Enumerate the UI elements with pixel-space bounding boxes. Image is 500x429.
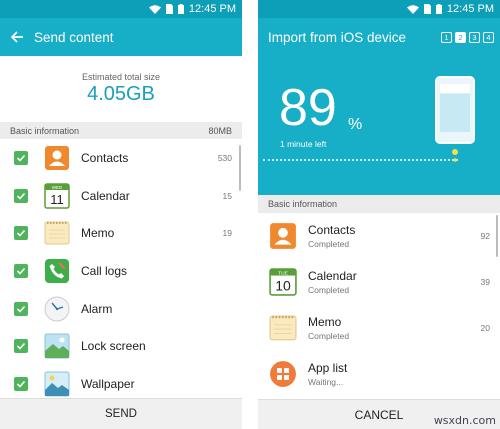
wallpaper-icon [44, 371, 70, 397]
time-remaining: 1 minute left [280, 139, 327, 149]
wifi-icon [148, 4, 161, 14]
checkbox-checked[interactable] [14, 263, 28, 278]
content-list: Contacts 530 WED 11 Calendar 15 Memo 19 [0, 139, 242, 403]
watermark: wsxdn.com [433, 414, 496, 427]
memo-icon [44, 221, 70, 245]
item-count: 39 [480, 277, 490, 287]
list-item-contacts[interactable]: Contacts 530 [0, 139, 242, 177]
memo-icon [269, 315, 297, 341]
estimated-size-panel: Estimated total size 4.05GB [0, 56, 242, 122]
checkbox-checked[interactable] [14, 188, 28, 203]
item-title: Contacts [308, 223, 356, 237]
checkbox-checked[interactable] [14, 376, 28, 391]
battery-icon [435, 4, 442, 14]
estimated-size-value: 4.05GB [87, 83, 155, 105]
contacts-icon [270, 223, 296, 249]
progress-panel: 89 % 1 minute left [258, 56, 500, 195]
item-label: Memo [81, 226, 115, 241]
item-label: Alarm [81, 301, 113, 316]
checkbox-checked[interactable] [14, 226, 28, 241]
item-status: Completed [308, 239, 350, 249]
section-header: Basic information 80MB [0, 122, 242, 139]
status-bar: 12:45 PM [0, 0, 242, 18]
list-item-lock-screen[interactable]: Lock screen [0, 327, 242, 365]
calendar-icon: TUE 10 [269, 268, 297, 296]
item-status: Completed [308, 285, 350, 295]
scrollbar[interactable] [239, 145, 241, 191]
page-title: Send content [34, 29, 114, 45]
list-item-memo[interactable]: Memo 19 [0, 214, 242, 252]
contacts-icon [45, 145, 69, 170]
list-item-calendar[interactable]: WED 11 Calendar 15 [0, 177, 242, 215]
item-title: Memo [308, 315, 342, 329]
item-count: 530 [217, 152, 232, 163]
item-label: Contacts [81, 150, 129, 165]
app-bar: Send content [0, 18, 242, 56]
step-3: 3 [469, 31, 480, 43]
percent-sign: % [348, 116, 363, 133]
status-time: 12:45 PM [446, 3, 494, 15]
item-label: Wallpaper [81, 376, 135, 391]
item-title: App list [308, 361, 348, 375]
app-bar: Import from iOS device 1 2 3 4 [258, 18, 500, 56]
list-item-contacts[interactable]: Contacts Completed 92 [258, 213, 500, 259]
send-button[interactable]: SEND [0, 398, 242, 429]
send-content-screen: 12:45 PM Send content Estimated total si… [0, 0, 242, 429]
battery-icon [177, 4, 184, 14]
calendar-month: TUE [278, 270, 288, 276]
import-ios-screen: 12:45 PM Import from iOS device 1 2 3 4 … [258, 0, 500, 429]
item-label: Calendar [81, 188, 130, 203]
list-item-memo[interactable]: Memo Completed 20 [258, 305, 500, 351]
checkbox-checked[interactable] [14, 301, 28, 316]
item-count: 15 [222, 190, 232, 201]
list-item-call-logs[interactable]: Call logs [0, 252, 242, 290]
item-count: 19 [222, 228, 232, 239]
back-arrow-icon[interactable] [10, 30, 24, 44]
progress-fill [440, 84, 470, 94]
page-title: Import from iOS device [268, 29, 407, 45]
wifi-icon [406, 4, 419, 14]
calendar-day: 10 [275, 278, 291, 294]
item-status: Waiting... [308, 377, 344, 387]
step-2-current: 2 [455, 31, 466, 43]
progress-percent: 89 [279, 79, 337, 137]
calendar-icon: WED 11 [44, 182, 70, 209]
phone-progress-icon [435, 76, 475, 162]
lock-screen-icon [44, 333, 70, 359]
item-label: Call logs [81, 263, 128, 278]
status-bar: 12:45 PM [258, 0, 500, 18]
transfer-dotted-line [263, 159, 458, 161]
clock-icon [44, 296, 70, 322]
sim-card-icon [423, 4, 431, 14]
item-count: 92 [480, 231, 490, 241]
section-size: 80MB [208, 125, 232, 136]
list-item-alarm[interactable]: Alarm [0, 290, 242, 328]
section-label: Basic information [10, 125, 80, 136]
list-item-app-list[interactable]: App list Waiting... [258, 351, 500, 397]
checkbox-checked[interactable] [14, 339, 28, 354]
step-1: 1 [441, 31, 452, 43]
item-title: Calendar [308, 269, 357, 283]
section-header: Basic information [258, 195, 500, 213]
item-status: Completed [308, 331, 350, 341]
calendar-day: 11 [50, 192, 64, 207]
list-item-calendar[interactable]: TUE 10 Calendar Completed 39 [258, 259, 500, 305]
scrollbar[interactable] [496, 215, 498, 257]
item-count: 20 [480, 323, 490, 333]
estimated-size-label: Estimated total size [81, 72, 161, 82]
item-label: Lock screen [81, 339, 146, 354]
checkbox-checked[interactable] [14, 150, 28, 165]
step-4: 4 [483, 31, 494, 43]
step-indicator: 1 2 3 4 [441, 31, 494, 43]
phone-icon [45, 258, 69, 283]
status-time: 12:45 PM [188, 3, 236, 15]
calendar-month: WED [52, 185, 63, 190]
sim-card-icon [165, 4, 173, 14]
app-list-icon [270, 361, 296, 387]
